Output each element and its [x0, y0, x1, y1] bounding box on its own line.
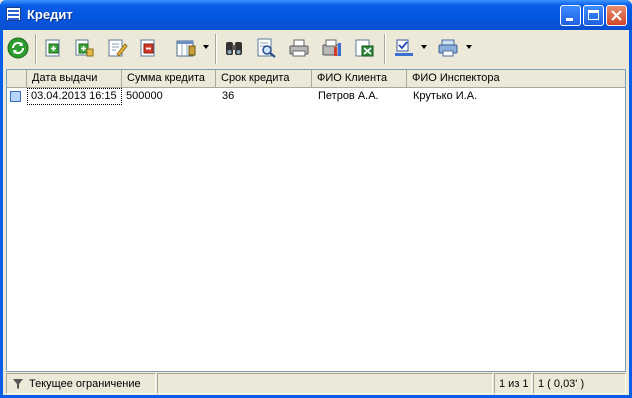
filter-status[interactable]: Текущее ограничение: [6, 373, 156, 394]
status-bar: Текущее ограничение 1 из 1 1 ( 0,03' ): [6, 373, 626, 394]
credit-grid[interactable]: Дата выдачи Сумма кредита Срок кредита Ф…: [6, 69, 626, 372]
export-excel-button[interactable]: [353, 37, 375, 59]
column-header-inspector[interactable]: ФИО Инспектора: [407, 70, 625, 87]
add-record-icon: [45, 39, 60, 57]
print-button[interactable]: [288, 37, 310, 59]
table-icon: [6, 7, 21, 21]
column-settings-button[interactable]: [175, 37, 197, 59]
preview-icon: [257, 38, 276, 58]
print-setup-dropdown[interactable]: [466, 45, 472, 49]
row-indicator-header: [7, 70, 27, 87]
preview-button[interactable]: [255, 37, 277, 59]
column-settings-icon: [176, 40, 196, 57]
binoculars-search-icon: [226, 42, 242, 55]
filter-dropdown[interactable]: [421, 45, 427, 49]
funnel-icon: [13, 379, 23, 389]
column-header-client[interactable]: ФИО Клиента: [312, 70, 407, 87]
column-header-term[interactable]: Срок кредита: [216, 70, 312, 87]
print-setup-button[interactable]: [437, 37, 459, 59]
add-record-button[interactable]: [42, 37, 64, 59]
add-copy-icon: [75, 39, 94, 57]
column-header-amount[interactable]: Сумма кредита: [122, 70, 216, 87]
refresh-icon: [7, 37, 29, 59]
record-position: 1 из 1: [494, 373, 532, 394]
close-icon: [611, 10, 622, 21]
delete-record-icon: [140, 39, 155, 57]
print-icon: [289, 39, 309, 57]
window-title: Кредит: [27, 7, 73, 22]
close-button[interactable]: [606, 5, 627, 26]
title-bar[interactable]: Кредит: [0, 0, 632, 30]
record-count-time: 1 ( 0,03' ): [533, 373, 626, 394]
credit-window: Кредит Дата выдачи Сумма кредита Срок кр…: [0, 0, 632, 398]
edit-record-icon: [108, 39, 128, 57]
add-copy-button[interactable]: [73, 37, 95, 59]
cell-term[interactable]: 36: [216, 88, 312, 105]
cell-inspector[interactable]: Крутько И.А.: [407, 88, 625, 105]
report-icon: [322, 39, 341, 56]
report-button[interactable]: [321, 37, 343, 59]
status-spacer: [157, 373, 493, 394]
filter-status-label: Текущее ограничение: [29, 378, 141, 390]
maximize-button[interactable]: [583, 5, 604, 26]
grid-header: Дата выдачи Сумма кредита Срок кредита Ф…: [7, 70, 625, 88]
column-header-issue-date[interactable]: Дата выдачи: [27, 70, 122, 87]
row-selector[interactable]: [10, 91, 21, 102]
cell-amount[interactable]: 500000: [122, 88, 216, 105]
table-row[interactable]: 03.04.2013 16:15 500000 36 Петров А.А. К…: [7, 88, 625, 105]
delete-record-button[interactable]: [137, 37, 159, 59]
search-button[interactable]: [223, 37, 245, 59]
cell-issue-date[interactable]: 03.04.2013 16:15: [27, 88, 122, 105]
filter-button[interactable]: [393, 37, 415, 59]
minimize-button[interactable]: [560, 5, 581, 26]
filter-check-icon: [395, 39, 413, 56]
print-setup-icon: [438, 39, 458, 57]
toolbar: [3, 30, 629, 68]
export-excel-icon: [355, 39, 374, 57]
cell-client[interactable]: Петров А.А.: [312, 88, 407, 105]
window-body: Дата выдачи Сумма кредита Срок кредита Ф…: [3, 30, 629, 395]
column-settings-dropdown[interactable]: [203, 45, 209, 49]
refresh-button[interactable]: [7, 37, 29, 59]
edit-record-button[interactable]: [106, 37, 128, 59]
